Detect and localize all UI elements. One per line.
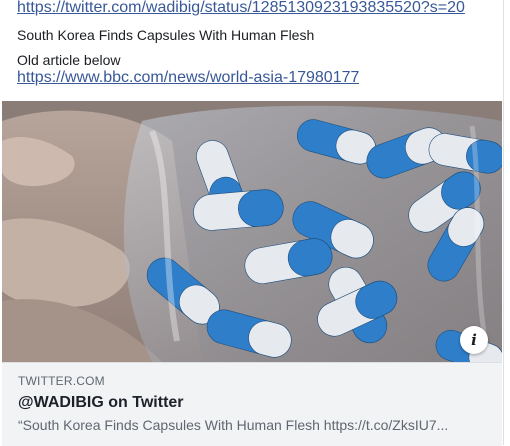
- post-image[interactable]: i: [2, 101, 502, 362]
- article-link[interactable]: https://www.bbc.com/news/world-asia-1798…: [17, 69, 359, 87]
- post-headline: South Korea Finds Capsules With Human Fl…: [17, 27, 315, 43]
- facebook-post: https://twitter.com/wadibig/status/12851…: [0, 0, 504, 446]
- link-title[interactable]: @WADIBIG on Twitter: [18, 394, 184, 412]
- link-preview-card[interactable]: TWITTER.COM @WADIBIG on Twitter “South K…: [2, 362, 502, 446]
- capsules-photo: [2, 101, 502, 362]
- tweet-link[interactable]: https://twitter.com/wadibig/status/12851…: [17, 0, 465, 17]
- link-description: “South Korea Finds Capsules With Human F…: [18, 417, 449, 433]
- info-icon[interactable]: i: [460, 326, 488, 354]
- old-article-label: Old article below: [17, 52, 121, 68]
- link-domain: TWITTER.COM: [18, 374, 105, 388]
- info-glyph: i: [471, 331, 477, 349]
